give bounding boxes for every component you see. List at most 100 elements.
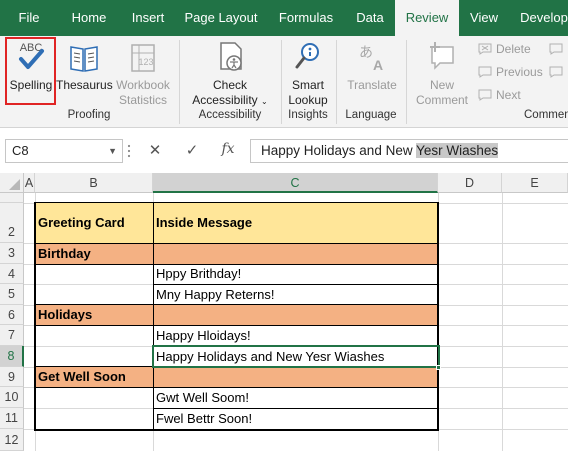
column-header-a[interactable]: A [24,173,35,193]
cell-c4[interactable]: Hppy Brithday! [153,264,438,284]
thesaurus-button[interactable]: Thesaurus [56,39,113,93]
name-box-value: C8 [12,143,29,158]
cell-c5[interactable]: Mny Happy Reterns! [153,284,438,305]
formula-input[interactable]: Happy Holidays and New Yesr Wiashes [250,139,568,163]
row-header-6[interactable]: 6 [0,305,24,325]
table-border [153,202,154,430]
cell-c7[interactable]: Happy Hloidays! [153,325,438,346]
group-label-comments: Commen [524,109,568,121]
formula-bar: C8 ▼ ✕ ✓ fx Happy Holidays and New Yesr W… [0,128,568,173]
delete-comment-button[interactable]: Delete [478,42,531,56]
table-border [34,429,439,431]
check-accessibility-label-2: Accessibility ⌄ [192,93,268,107]
group-label-accessibility: Accessibility [198,109,262,121]
spelling-button[interactable]: ABC Spelling [7,39,55,93]
tab-page-layout[interactable]: Page Layout [176,0,266,36]
new-comment-icon [430,42,454,70]
show-all-comments-icon [549,66,563,78]
svg-text:A: A [373,57,383,73]
cancel-icon[interactable]: ✕ [145,141,165,159]
tab-insert[interactable]: Insert [120,0,176,36]
select-all-corner[interactable] [0,173,24,193]
spelling-check-icon: ABC [19,42,44,69]
show-comment-button[interactable] [549,42,567,56]
new-comment-button[interactable]: New Comment [411,39,473,108]
new-comment-label-1: New [429,78,454,92]
enter-check-icon[interactable]: ✓ [182,141,202,159]
column-header-c[interactable]: C [153,173,438,193]
row-header-2[interactable]: 2 [0,203,24,243]
chevron-down-icon[interactable]: ▼ [108,140,117,162]
group-separator [336,40,337,124]
formula-text: Happy Holidays and New [261,143,417,158]
ribbon: ABC Spelling Thesaurus 123 Workbook Stat… [0,36,568,128]
row-header-4[interactable]: 4 [0,264,24,284]
delete-comment-icon [478,43,492,55]
tab-home[interactable]: Home [58,0,120,36]
row-header-12[interactable]: 12 [0,429,24,451]
cell-c2-header[interactable]: Inside Message [153,203,438,243]
section-holidays[interactable]: Holidays [35,305,438,325]
cell-c11[interactable]: Fwel Bettr Soon! [153,408,438,429]
ribbon-tab-bar: File Home Insert Page Layout Formulas Da… [0,0,568,37]
section-get-well-soon[interactable]: Get Well Soon [35,367,438,387]
column-header-d[interactable]: D [438,173,502,193]
cell-c10[interactable]: Gwt Well Soom! [153,387,438,408]
column-header-b[interactable]: B [35,173,153,193]
previous-comment-button[interactable]: Previous [478,65,543,79]
table-border [34,202,439,203]
row-header-11[interactable]: 11 [0,408,24,429]
workbook-statistics-label-2: Statistics [118,93,167,107]
check-accessibility-label-1: Check [212,78,247,92]
select-all-triangle-icon [9,179,20,190]
tab-developer[interactable]: Develop [509,0,568,36]
formula-text-selected: Yesr Wiashes [416,143,499,158]
column-header-e[interactable]: E [502,173,568,193]
worksheet-grid[interactable]: A B C D E 1 2 3 4 5 6 7 8 9 10 11 12 Gre… [0,173,568,451]
show-all-comments-button[interactable] [549,65,567,79]
insert-function-icon[interactable]: fx [218,141,238,157]
row-header-7[interactable]: 7 [0,325,24,346]
chevron-down-icon: ⌄ [261,97,268,106]
row-header-5[interactable]: 5 [0,284,24,305]
table-border [34,387,439,388]
row-header-10[interactable]: 10 [0,387,24,408]
tab-data[interactable]: Data [346,0,394,36]
book-icon [70,46,98,72]
tab-formulas[interactable]: Formulas [266,0,346,36]
row-header-1[interactable]: 1 [0,193,24,203]
cell-b2-header[interactable]: Greeting Card [35,203,153,243]
table-border [34,325,439,326]
row-header-8[interactable]: 8 [0,346,24,367]
next-comment-button[interactable]: Next [478,88,521,102]
translate-button[interactable]: あ A Translate [341,39,403,93]
check-accessibility-button[interactable]: Check Accessibility ⌄ [184,39,276,109]
tab-view[interactable]: View [459,0,509,36]
thesaurus-label: Thesaurus [56,78,113,92]
workbook-statistics-button[interactable]: 123 Workbook Statistics [112,39,174,108]
row-header-9[interactable]: 9 [0,367,24,387]
group-separator [406,40,407,124]
translate-label: Translate [347,78,397,92]
previous-comment-label: Previous [496,65,543,79]
table-border [437,202,439,431]
show-comment-icon [549,43,563,55]
drag-handle-icon[interactable] [126,143,132,159]
section-birthday[interactable]: Birthday [35,243,438,264]
spelling-label: Spelling [9,78,53,92]
next-comment-label: Next [496,88,521,102]
group-label-language: Language [345,109,397,121]
table-border [34,243,439,244]
smart-lookup-button[interactable]: Smart Lookup [283,39,333,108]
table-border [34,264,439,265]
name-box[interactable]: C8 ▼ [5,139,123,163]
group-label-insights: Insights [288,109,328,121]
tab-file[interactable]: File [0,0,58,36]
statistics-icon: 123 [131,44,155,72]
group-label-proofing: Proofing [67,109,111,121]
svg-text:123: 123 [138,57,153,67]
row-header-3[interactable]: 3 [0,243,24,264]
tab-review[interactable]: Review [395,0,459,37]
smart-lookup-label-2: Lookup [288,93,328,107]
fill-handle[interactable] [436,365,441,370]
